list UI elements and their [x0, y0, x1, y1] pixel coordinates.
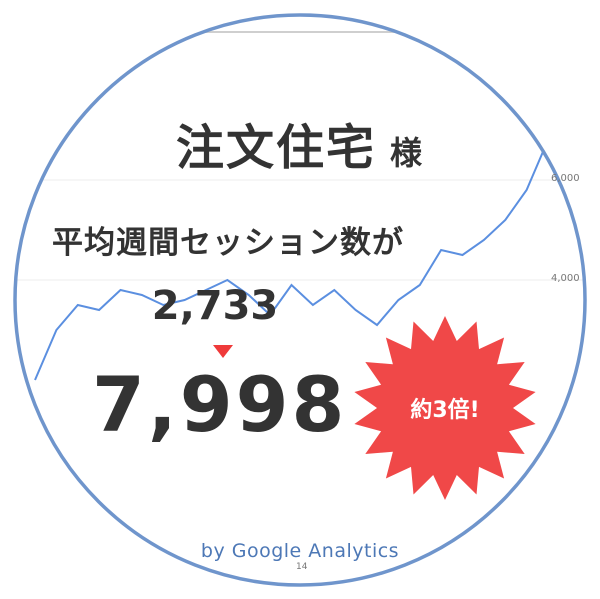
badge-label: 約3倍! [410, 398, 480, 423]
title-main: 注文住宅 [175, 120, 376, 176]
after-value: 7,998 [92, 360, 348, 449]
y-tick-label: 4,000 [551, 273, 580, 284]
y-tick-label: 6,000 [551, 173, 580, 184]
before-value: 2,733 [151, 283, 279, 329]
title-suffix: 様 [390, 134, 425, 172]
arrow-down-icon [213, 345, 233, 358]
x-tick-label: 14 [296, 562, 308, 572]
page-title: 注文住宅様 [0, 108, 600, 178]
byline: by Google Analytics [200, 540, 400, 562]
subtitle: 平均週間セッション数が [52, 225, 404, 261]
